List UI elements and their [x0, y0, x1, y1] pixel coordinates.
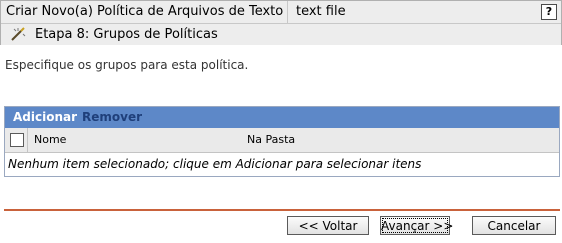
table-header-row: Nome Na Pasta — [5, 128, 559, 153]
column-divider — [27, 128, 28, 152]
cancel-button[interactable]: Cancelar — [472, 216, 556, 235]
step-label: Etapa 8: Grupos de Políticas — [35, 27, 218, 42]
select-all-checkbox[interactable] — [10, 133, 24, 147]
help-button[interactable]: ? — [541, 4, 557, 20]
wizard-wand-icon — [11, 27, 26, 41]
next-button[interactable]: Avançar >> — [380, 216, 453, 235]
back-button[interactable]: << Voltar — [287, 216, 369, 235]
column-header-folder[interactable]: Na Pasta — [247, 128, 295, 152]
footer-divider — [4, 209, 560, 211]
wizard-header: Criar Novo(a) Política de Arquivos de Te… — [0, 0, 562, 45]
empty-table-message: Nenhum item selecionado; clique em Adici… — [8, 157, 422, 171]
wizard-title: Criar Novo(a) Política de Arquivos de Te… — [1, 1, 288, 23]
groups-table: Adicionar Remover Nome Na Pasta Nenhum i… — [4, 106, 560, 177]
step-row: Etapa 8: Grupos de Políticas — [1, 24, 561, 45]
object-name: text file — [296, 4, 346, 19]
column-header-name[interactable]: Nome — [34, 128, 66, 152]
remove-link[interactable]: Remover — [82, 107, 142, 128]
add-link[interactable]: Adicionar — [13, 107, 77, 128]
title-row: Criar Novo(a) Política de Arquivos de Te… — [1, 1, 561, 24]
table-toolbar: Adicionar Remover — [5, 107, 559, 128]
instructions-text: Especifique os grupos para esta política… — [5, 58, 249, 72]
